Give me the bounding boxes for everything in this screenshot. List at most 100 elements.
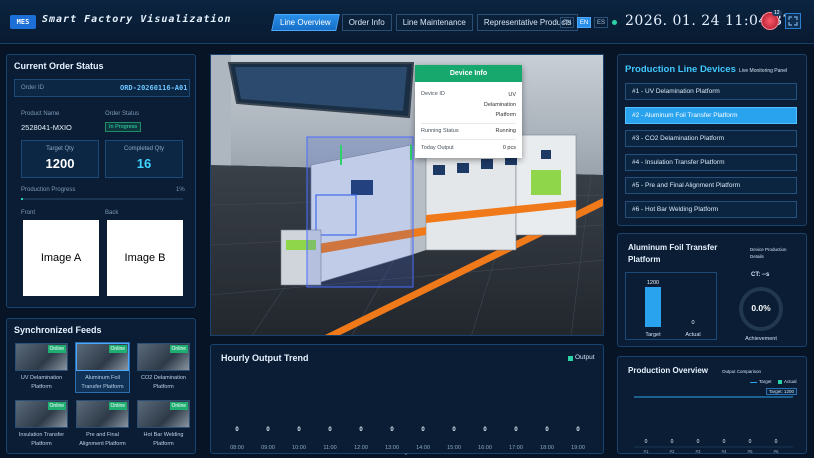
bar-value-label: 0	[452, 427, 456, 433]
alert-count-badge: 12	[772, 10, 782, 16]
x-tick-label: 11:00	[323, 445, 336, 451]
x-tick-label: 15:00	[447, 445, 461, 451]
device-info-divider	[421, 139, 516, 140]
bar-value-label: 0	[576, 427, 580, 433]
x-tick-label: 12:00	[354, 445, 368, 451]
bar-value-label: 0	[483, 427, 487, 433]
online-badge: Online	[169, 345, 188, 353]
factory-3d-view[interactable]	[210, 54, 604, 336]
x-tick-label: 19:00	[571, 445, 585, 451]
bar-value-label: 0	[297, 427, 301, 433]
language-switcher: CN EN ES	[560, 17, 608, 28]
bar-category-label: Actual	[685, 332, 700, 338]
online-badge: Online	[108, 402, 127, 410]
feed-name-line1: Aluminum Foil	[85, 375, 120, 381]
x-tick-label: 16:00	[478, 445, 492, 451]
bar-value-label: 0	[697, 439, 700, 445]
tab-line-overview[interactable]: Line Overview	[271, 14, 340, 31]
feed-card[interactable]: Online Insulation Transfer Platform	[15, 400, 68, 449]
x-tick-label: #3	[695, 449, 701, 454]
product-name-value: 2528041-MXIO	[21, 123, 72, 132]
bar-value-label: 0	[359, 427, 363, 433]
feed-thumbnail: Online	[137, 343, 190, 371]
language-cn[interactable]: CN	[560, 17, 574, 28]
completed-qty-value: 16	[136, 156, 152, 171]
progress-percent: 1%	[176, 187, 185, 193]
device-item-2[interactable]: #2 - Aluminum Foil Transfer Platform	[625, 106, 797, 124]
target-qty-card: Target Qty 1200	[21, 140, 99, 178]
x-tick-label: 08:00	[230, 445, 244, 451]
feed-card[interactable]: Online Pre and Final Alignment Platform	[76, 400, 129, 449]
x-tick-label: #4	[721, 449, 727, 454]
feed-thumbnail: Online	[76, 400, 129, 428]
bar-value-label: 0	[421, 427, 425, 433]
device-info-popup: Device Info Device ID UV Delamination Pl…	[415, 65, 522, 158]
feed-name: CO2 Delamination Platform	[137, 374, 190, 392]
device-info-divider	[421, 123, 516, 124]
online-badge: Online	[47, 345, 66, 353]
x-tick-label: #6	[773, 449, 779, 454]
feed-name-line1: UV Delamination	[20, 375, 63, 381]
feed-card[interactable]: Online UV Delamination Platform	[15, 343, 68, 392]
feed-name-line2: Transfer Platform	[81, 384, 124, 390]
device-id-label: Device ID	[421, 91, 445, 97]
factory-scene-graphic	[211, 55, 603, 335]
feed-name: Hot Bar Welding Platform	[137, 431, 190, 449]
feed-name: Pre and Final Alignment Platform	[76, 431, 129, 449]
device-item-1[interactable]: #1 - UV Delamination Platform	[625, 83, 797, 100]
back-image: Image B	[107, 220, 183, 296]
x-tick-label: #5	[747, 449, 753, 454]
app-title: Smart Factory Visualization	[42, 14, 232, 25]
cycle-time: CT: --s	[751, 272, 770, 278]
scroll-down-icon[interactable]: ⌄	[403, 449, 409, 457]
feed-thumbnail: Online	[137, 400, 190, 428]
devices-subtitle: Live Monitoring Panel	[739, 68, 788, 74]
target-qty-label: Target Qty	[46, 146, 74, 152]
x-tick-label: 09:00	[261, 445, 275, 451]
feed-name: Aluminum Foil Transfer Platform	[76, 374, 129, 392]
device-item-6[interactable]: #6 - Hot Bar Welding Platform	[625, 200, 797, 218]
feed-thumbnail: Online	[15, 343, 68, 371]
product-name-label: Product Name	[21, 111, 60, 117]
device-item-5[interactable]: #5 - Pre and Final Alignment Platform	[625, 177, 797, 194]
device-id-line2: Delamination	[483, 102, 516, 108]
progress-track	[21, 198, 183, 200]
online-badge: Online	[169, 402, 188, 410]
today-output-row: Today Output 0 pcs	[421, 145, 516, 151]
bar-value-label: 0	[749, 439, 752, 445]
synchronized-feeds-panel: Synchronized Feeds Online UV Delamination…	[6, 318, 196, 454]
feed-name-line2: Platform	[31, 384, 52, 390]
completed-qty-label: Completed Qty	[123, 146, 165, 152]
x-tick-label: 10:00	[292, 445, 306, 451]
feed-card[interactable]: Online CO2 Delamination Platform	[137, 343, 190, 392]
device-id-row: Device ID UV Delamination Platform	[421, 91, 516, 118]
bar-value-label: 0	[514, 427, 518, 433]
target-qty-value: 1200	[45, 156, 75, 171]
feeds-title: Synchronized Feeds	[14, 325, 102, 335]
feed-card[interactable]: Online Aluminum Foil Transfer Platform	[75, 342, 130, 393]
feed-card[interactable]: Online Hot Bar Welding Platform	[137, 400, 190, 449]
connection-status-dot	[612, 20, 617, 25]
device-item-3[interactable]: #3 - CO2 Delamination Platform	[625, 130, 797, 147]
x-tick-label: 18:00	[540, 445, 554, 451]
feed-name-line2: Platform	[31, 441, 52, 447]
feed-name-line1: CO2 Delamination	[141, 375, 186, 381]
x-tick-label: #2	[669, 449, 675, 454]
language-en[interactable]: EN	[577, 17, 591, 28]
fullscreen-button[interactable]	[785, 13, 801, 29]
mes-logo: MES	[10, 15, 36, 29]
bar-value-label: 0	[645, 439, 648, 445]
front-label: Front	[21, 210, 36, 216]
tab-label: Representative Products	[483, 18, 572, 27]
bar-value-label: 0	[328, 427, 332, 433]
bar-value-label: 0	[235, 427, 239, 433]
devices-title: Production Line Devices	[625, 64, 736, 75]
tab-line-maintenance[interactable]: Line Maintenance	[395, 14, 473, 31]
tab-order-info[interactable]: Order Info	[341, 14, 392, 31]
language-es[interactable]: ES	[594, 17, 608, 28]
online-badge: Online	[108, 345, 127, 353]
device-item-4[interactable]: #4 - Insulation Transfer Platform	[625, 153, 797, 171]
running-status-label: Running Status	[421, 128, 459, 134]
device-id-line1: UV	[508, 92, 516, 98]
order-id-value: ORD-20260116-A01	[120, 84, 188, 92]
